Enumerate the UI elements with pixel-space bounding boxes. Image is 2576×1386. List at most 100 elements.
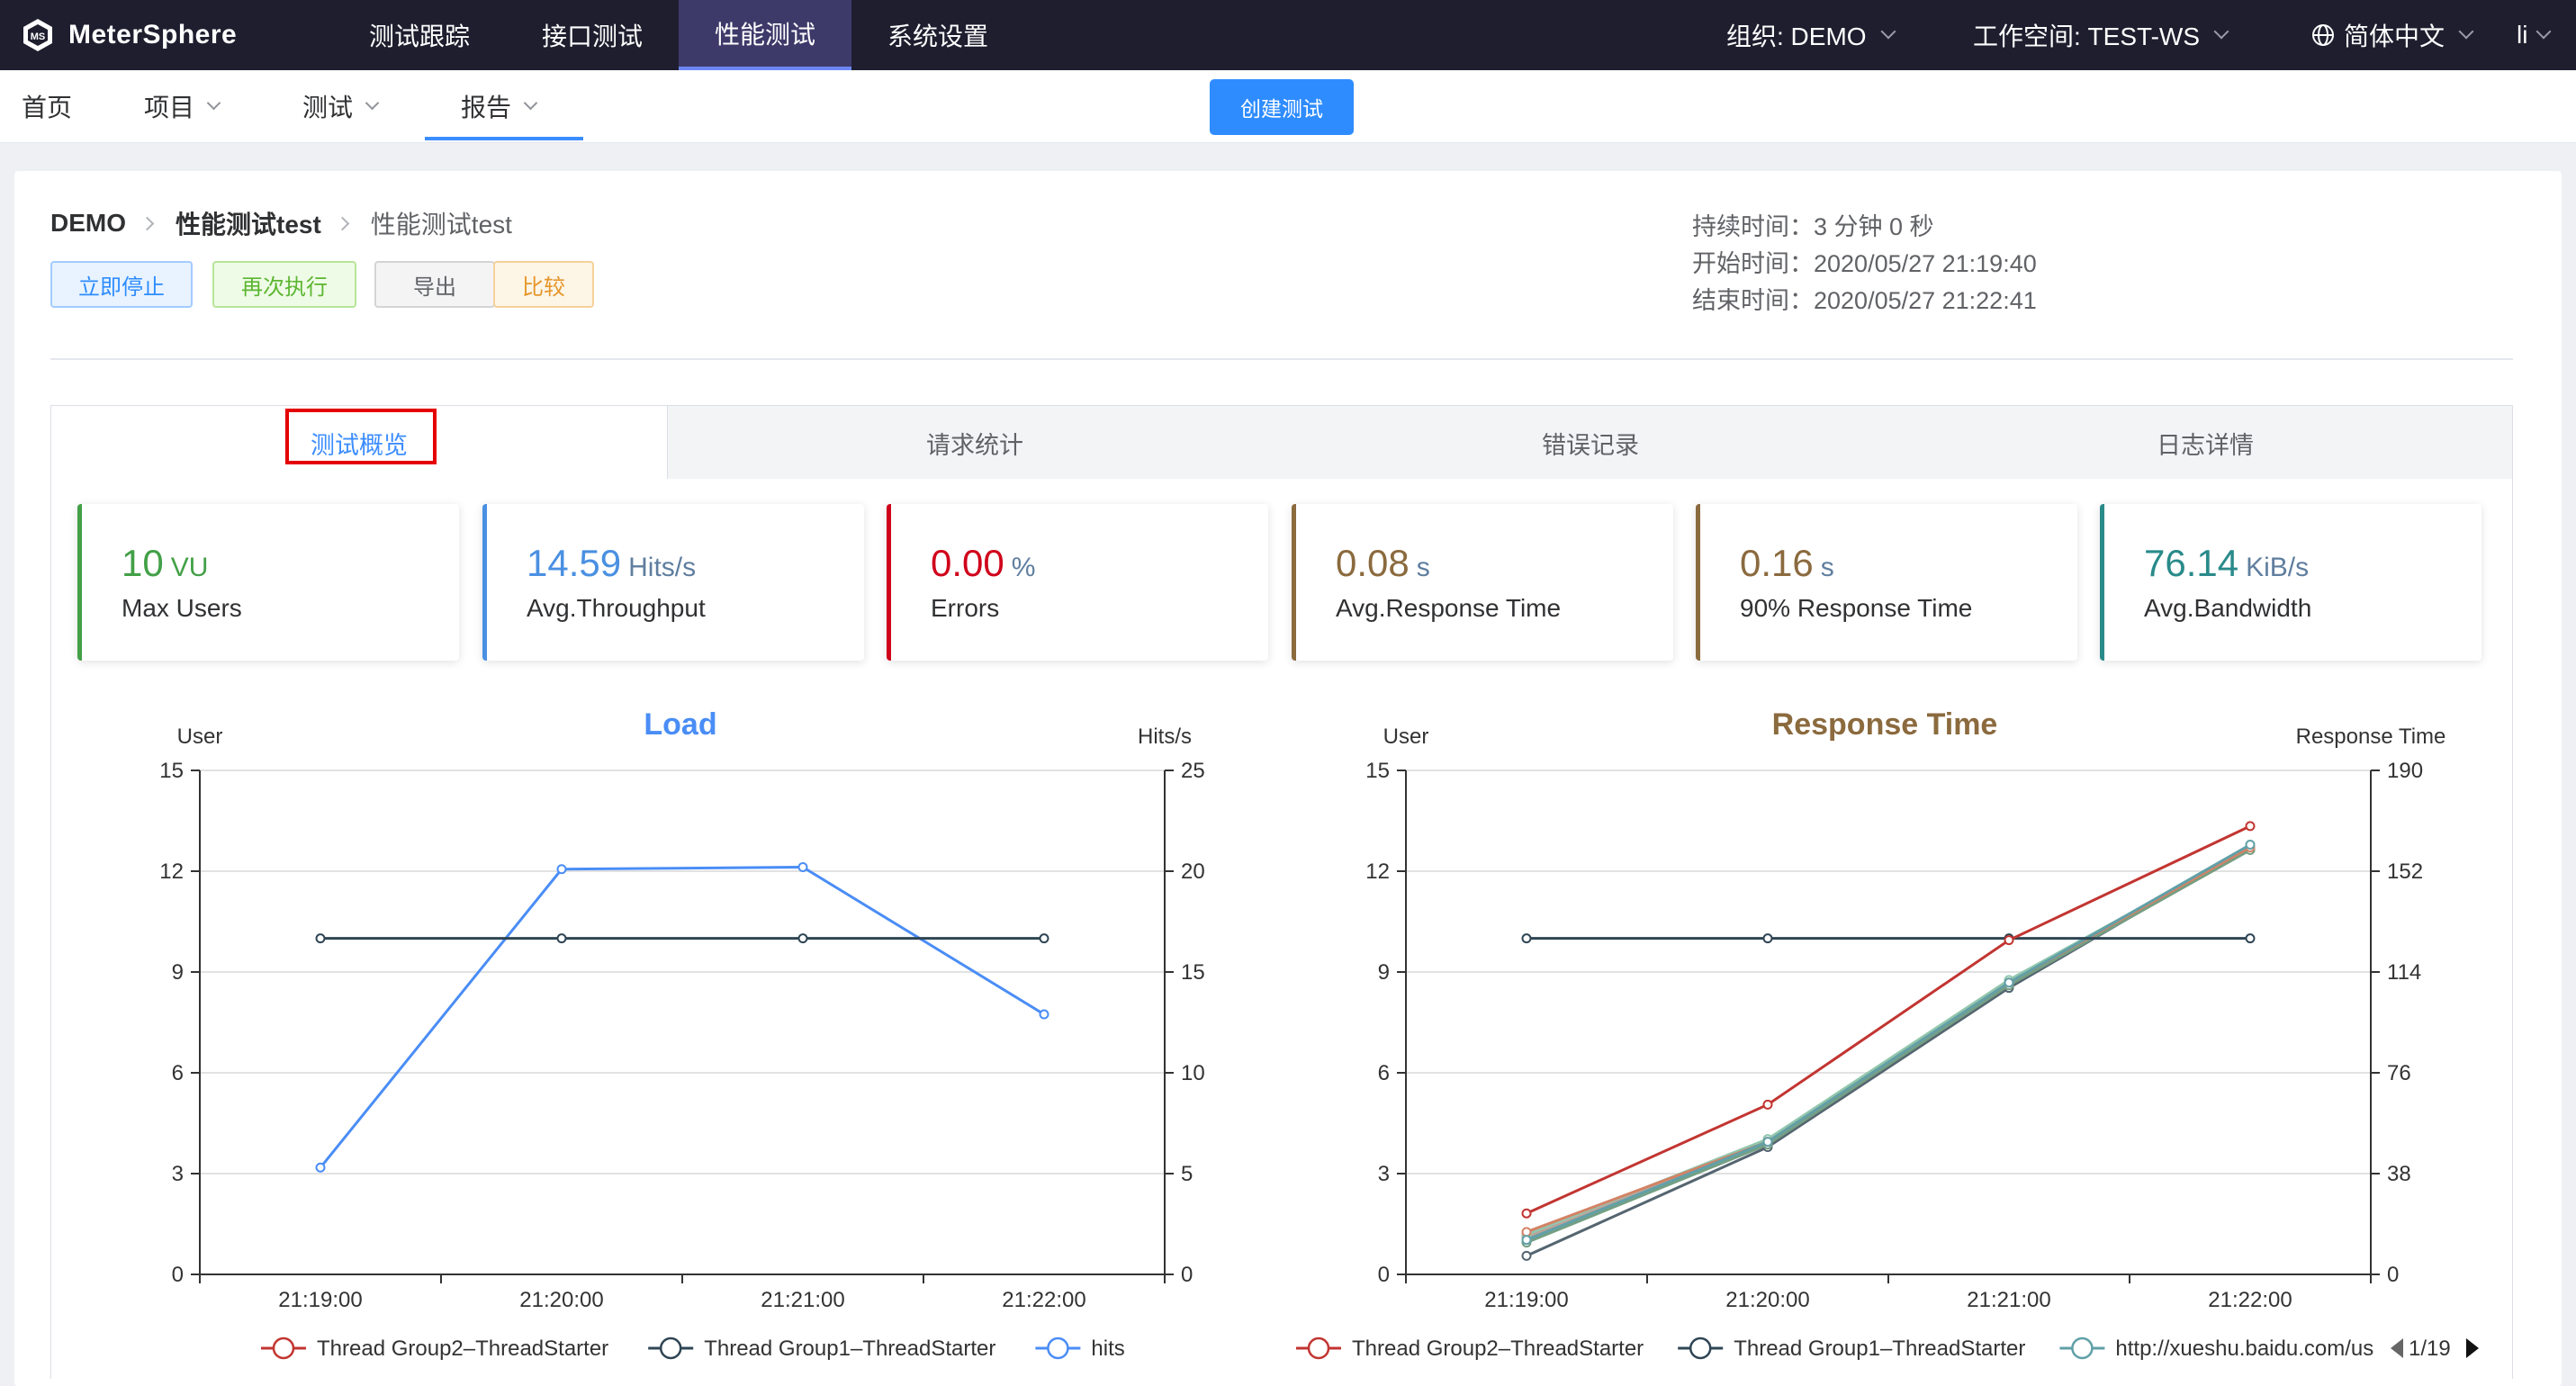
metric-value-wrap: 14.59 Hits/s <box>527 542 696 585</box>
report-times: 持续时间：3 分钟 0 秒 开始时间：2020/05/27 21:19:40 结… <box>1692 209 2037 320</box>
start-row: 开始时间：2020/05/27 21:19:40 <box>1692 246 2037 283</box>
chevron-down-icon <box>365 95 380 110</box>
y-tick-label: 0 <box>172 1263 184 1287</box>
stop-button[interactable]: 立即停止 <box>50 261 193 308</box>
y-tick-label: 0 <box>1378 1263 1390 1287</box>
rerun-button[interactable]: 再次执行 <box>212 261 356 308</box>
active-subnav-indicator <box>425 137 583 140</box>
metric-unit: s <box>1416 553 1430 582</box>
language-switcher[interactable]: 简体中文 <box>2311 0 2474 70</box>
subnav-report-label: 报告 <box>461 94 512 122</box>
data-point <box>1521 1250 1532 1261</box>
data-point <box>556 864 567 875</box>
metric-unit: Hits/s <box>628 553 697 582</box>
metric-card-bandwidth: 76.14 KiB/s Avg.Bandwidth <box>2100 504 2481 661</box>
y-tick-label: 12 <box>1365 860 1390 884</box>
data-point <box>315 933 326 944</box>
metric-value-wrap: 0.16 s <box>1740 542 1834 585</box>
metric-value-wrap: 10 VU <box>122 542 208 585</box>
user-menu[interactable]: li <box>2517 0 2552 70</box>
metric-card-errors: 0.00% Errors <box>887 504 1268 661</box>
subnav-home[interactable]: 首页 <box>22 70 72 142</box>
compare-button[interactable]: 比较 <box>493 261 594 308</box>
data-point <box>1521 1227 1532 1238</box>
metric-card-avg-response: 0.08 s Avg.Response Time <box>1292 504 1673 661</box>
end-value: 2020/05/27 21:22:41 <box>1814 287 2037 314</box>
y-axis-label: User <box>177 724 223 749</box>
x-tick-label: 21:22:00 <box>2208 1288 2292 1312</box>
legend-marker <box>2071 1336 2094 1360</box>
data-point <box>2004 977 2014 988</box>
tab-request-stats[interactable]: 请求统计 <box>667 406 1283 480</box>
metric-unit: s <box>1820 553 1834 582</box>
org-switcher[interactable]: 组织: DEMO <box>1726 0 1896 70</box>
y2-tick-label: 190 <box>2387 759 2423 783</box>
y2-tick-label: 5 <box>1181 1162 1193 1186</box>
highlight-box <box>285 409 437 464</box>
tab-error-log[interactable]: 错误记录 <box>1283 406 1898 480</box>
subnav-project[interactable]: 项目 <box>144 70 221 142</box>
duration-row: 持续时间：3 分钟 0 秒 <box>1692 209 2037 246</box>
subnav-test[interactable]: 测试 <box>302 70 380 142</box>
data-point <box>2245 821 2256 832</box>
y2-tick-label: 152 <box>2387 860 2423 884</box>
metric-card-90-response: 0.16 s 90% Response Time <box>1696 504 2077 661</box>
legend-page-label: 1/19 <box>2409 1336 2451 1361</box>
breadcrumb-project[interactable]: DEMO <box>50 209 126 238</box>
legend-label: hits <box>1091 1336 1124 1361</box>
data-point <box>1521 933 1532 944</box>
workspace-switcher[interactable]: 工作空间: TEST-WS <box>1973 0 2229 70</box>
legend-marker <box>1047 1336 1069 1360</box>
data-point <box>1762 933 1773 944</box>
language-label: 简体中文 <box>2344 22 2445 50</box>
y-tick-label: 6 <box>1378 1061 1390 1085</box>
svg-text:MS: MS <box>31 32 46 42</box>
y-tick-label: 15 <box>159 759 184 783</box>
end-label: 结束时间： <box>1692 287 1814 314</box>
create-test-button[interactable]: 创建测试 <box>1210 79 1354 135</box>
y-axis-label: User <box>1383 724 1429 749</box>
tab-log-details[interactable]: 日志详情 <box>1898 406 2512 480</box>
subnav-project-label: 项目 <box>144 94 195 122</box>
metric-value: 14.59 <box>527 542 622 584</box>
data-point <box>797 933 808 944</box>
app-logo[interactable]: MS MeterSphere <box>20 14 237 57</box>
workspace-label: 工作空间: TEST-WS <box>1973 22 2201 50</box>
subnav-report[interactable]: 报告 <box>461 70 538 142</box>
y2-tick-label: 114 <box>2387 960 2421 985</box>
breadcrumb-report: 性能测试test <box>370 211 512 238</box>
data-point <box>1039 1009 1049 1020</box>
y-tick-label: 12 <box>159 860 184 884</box>
series-line <box>1526 843 2251 1242</box>
duration-value: 3 分钟 0 秒 <box>1814 213 1934 240</box>
data-point <box>2245 840 2256 850</box>
breadcrumb-test[interactable]: 性能测试test <box>176 205 321 241</box>
series-line <box>319 866 1045 1169</box>
y-tick-label: 3 <box>1378 1162 1390 1186</box>
topnav-api-test[interactable]: 接口测试 <box>506 0 679 70</box>
topnav-test-track[interactable]: 测试跟踪 <box>333 0 506 70</box>
y-tick-label: 9 <box>172 960 184 985</box>
y2-tick-label: 0 <box>2387 1263 2399 1287</box>
metric-value-wrap: 0.00% <box>931 542 1035 585</box>
topnav-performance-test[interactable]: 性能测试 <box>679 0 852 70</box>
metric-value-wrap: 0.08 s <box>1336 542 1430 585</box>
x-tick-label: 21:20:00 <box>1725 1288 1809 1312</box>
y2-tick-label: 76 <box>2387 1061 2411 1085</box>
x-tick-label: 21:21:00 <box>1967 1288 2050 1312</box>
metric-value: 0.08 <box>1336 542 1410 584</box>
legend-label: http://xueshu.baidu.com/us <box>2115 1336 2373 1361</box>
export-button[interactable]: 导出 <box>374 261 495 308</box>
start-label: 开始时间： <box>1692 250 1814 277</box>
metric-value: 0.00 <box>931 542 1004 584</box>
y-tick-label: 15 <box>1365 759 1390 783</box>
y2-tick-label: 15 <box>1181 960 1205 985</box>
metric-card-throughput: 14.59 Hits/s Avg.Throughput <box>482 504 864 661</box>
metric-unit: % <box>1011 553 1036 582</box>
response-time-chart: Response Time User Response Time 0 3 6 9 12 15 0 3… <box>1296 707 2479 1361</box>
metric-card-max-users: 10 VU Max Users <box>77 504 459 661</box>
topnav-settings[interactable]: 系统设置 <box>851 0 1024 70</box>
y2-tick-label: 25 <box>1181 759 1205 783</box>
legend-label: Thread Group2–ThreadStarter <box>317 1336 608 1361</box>
legend-marker <box>1307 1336 1330 1360</box>
